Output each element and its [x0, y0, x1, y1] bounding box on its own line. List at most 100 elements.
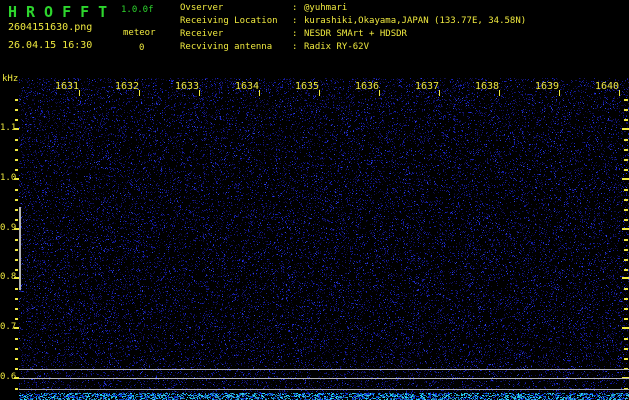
- station-info-row: Recviving antenna: Radix RY-62V: [180, 41, 629, 54]
- y-minor-tick: [15, 169, 18, 171]
- y-minor-tick-right: [624, 269, 628, 271]
- y-minor-tick: [15, 348, 18, 350]
- y-minor-tick-right: [624, 189, 628, 191]
- y-major-tick-right: [622, 227, 629, 230]
- y-tick-label: 1.1: [0, 123, 17, 133]
- y-tick-label: 0.9: [0, 222, 17, 233]
- y-minor-tick: [15, 318, 18, 320]
- y-minor-tick-right: [624, 139, 628, 141]
- y-minor-tick-right: [624, 249, 628, 251]
- y-minor-tick-right: [624, 308, 628, 310]
- y-minor-tick: [15, 99, 18, 101]
- y-minor-tick-right: [624, 298, 628, 300]
- y-minor-tick-right: [624, 259, 628, 261]
- x-minute-tick: [199, 90, 200, 96]
- y-minor-tick: [15, 209, 18, 211]
- x-tick-label: 1638: [475, 81, 500, 92]
- station-info-row: Receiving Location: kurashiki,Okayama,JAP…: [180, 15, 629, 28]
- y-minor-tick-right: [624, 169, 628, 171]
- y-major-tick: [14, 128, 19, 130]
- station-row-value: Radix RY-62V: [304, 42, 370, 52]
- station-info-block: Ovserver: @yuhmari Receiving Location: kura…: [180, 2, 629, 54]
- meteor-counter-label: meteor: [123, 28, 156, 38]
- x-minute-tick: [499, 90, 500, 96]
- y-minor-tick-right: [624, 149, 628, 151]
- y-tick-label: 0.8: [0, 272, 17, 283]
- x-tick-label: 1637: [415, 81, 440, 92]
- station-info-row: Receiver: NESDR SMArt + HDSDR: [180, 28, 629, 41]
- y-minor-tick-right: [624, 99, 628, 101]
- carrier-line: [19, 369, 629, 370]
- x-tick-label: 1635: [295, 81, 320, 92]
- hrofft-window: HROFFT 1.0.0f 2604151630.png 26.04.15 16…: [0, 0, 629, 400]
- x-minute-tick: [619, 90, 620, 96]
- x-tick-label: 1636: [355, 81, 380, 92]
- app-title: HROFFT: [8, 3, 117, 21]
- y-major-tick: [14, 177, 19, 180]
- station-row-colon: :: [292, 42, 298, 52]
- x-minute-tick: [139, 90, 140, 96]
- y-major-tick-right: [622, 177, 629, 180]
- x-tick-label: 1634: [235, 81, 260, 92]
- y-minor-tick-right: [624, 348, 628, 350]
- carrier-line: [19, 389, 629, 390]
- station-row-colon: :: [292, 29, 298, 39]
- y-minor-tick: [15, 199, 18, 201]
- y-minor-tick: [15, 109, 18, 111]
- x-minute-tick: [559, 90, 560, 96]
- station-row-label: Recviving antenna: [180, 42, 273, 52]
- x-tick-label: 1631: [55, 81, 80, 92]
- y-minor-tick: [15, 308, 18, 310]
- y-minor-tick: [15, 139, 18, 141]
- x-tick-label: 1640: [595, 81, 620, 92]
- station-row-colon: :: [292, 3, 298, 13]
- x-minute-tick: [439, 90, 440, 96]
- app-version-label: 1.0.0f: [121, 5, 154, 15]
- y-major-tick-right: [622, 128, 629, 130]
- station-row-value: @yuhmari: [304, 3, 348, 13]
- y-minor-tick: [15, 259, 18, 261]
- y-minor-tick: [15, 119, 18, 121]
- y-minor-tick-right: [624, 119, 628, 121]
- x-minute-tick: [319, 90, 320, 96]
- y-minor-tick: [15, 249, 18, 251]
- y-minor-tick: [15, 159, 18, 161]
- y-minor-tick-right: [624, 199, 628, 201]
- capture-datetime: 26.04.15 16:30: [8, 40, 93, 51]
- y-minor-tick: [15, 149, 18, 151]
- y-minor-tick: [15, 288, 18, 290]
- y-minor-tick-right: [624, 288, 628, 290]
- spectrogram-noise-canvas: [19, 78, 629, 400]
- station-row-value: kurashiki,Okayama,JAPAN (133.77E, 34.58N…: [304, 16, 527, 26]
- y-minor-tick-right: [624, 209, 628, 211]
- y-minor-tick-right: [624, 358, 628, 360]
- counting-band-marker: [19, 207, 21, 290]
- y-minor-tick: [15, 338, 18, 340]
- y-major-tick-right: [622, 327, 629, 330]
- y-minor-tick: [15, 388, 18, 390]
- station-info-row: Ovserver: @yuhmari: [180, 2, 629, 15]
- y-tick-label: 0.7: [0, 322, 17, 333]
- y-minor-tick-right: [624, 109, 628, 111]
- station-row-label: Receiver: [180, 29, 224, 39]
- y-minor-tick: [15, 189, 18, 191]
- meteor-counter-value: 0: [139, 43, 145, 53]
- y-minor-tick-right: [624, 239, 628, 241]
- x-minute-tick: [259, 90, 260, 96]
- capture-filename: 2604151630.png: [8, 22, 93, 33]
- station-row-label: Ovserver: [180, 3, 224, 13]
- carrier-line: [19, 378, 629, 379]
- y-minor-tick: [15, 368, 18, 370]
- station-row-colon: :: [292, 16, 298, 26]
- y-tick-label: 0.6: [0, 372, 17, 382]
- y-tick-label: 1.0: [0, 172, 17, 183]
- y-minor-tick-right: [624, 159, 628, 161]
- x-tick-label: 1639: [535, 81, 560, 92]
- x-tick-label: 1633: [175, 81, 200, 92]
- y-axis-unit-label: kHz: [2, 74, 19, 84]
- x-minute-tick: [379, 90, 380, 96]
- station-row-value: NESDR SMArt + HDSDR: [304, 29, 407, 39]
- y-major-tick-right: [622, 277, 629, 280]
- y-minor-tick: [15, 358, 18, 360]
- y-minor-tick-right: [624, 219, 628, 221]
